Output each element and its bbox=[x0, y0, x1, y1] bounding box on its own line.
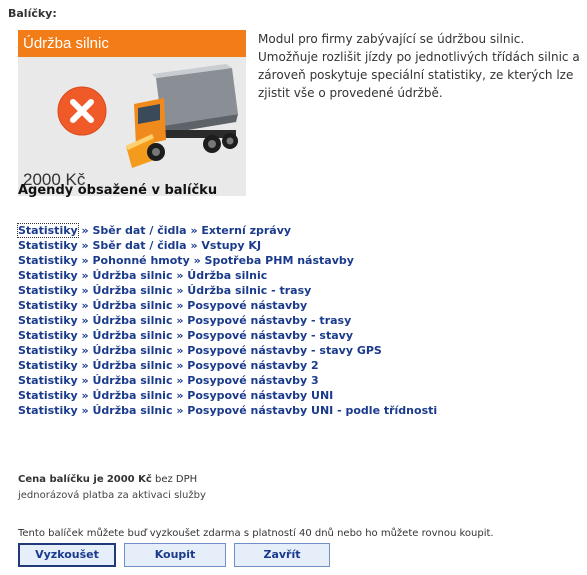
breadcrumb-separator: » bbox=[176, 314, 184, 327]
breadcrumb-separator: » bbox=[176, 344, 184, 357]
package-price-line: Cena balíčku je 2000 Kč bez DPH bbox=[18, 474, 197, 485]
agenda-link[interactable]: Spotřeba PHM nástavby bbox=[205, 254, 354, 267]
breadcrumb-separator: » bbox=[81, 389, 89, 402]
package-card[interactable]: Údržba silnic 2000 Kč bbox=[18, 30, 246, 196]
breadcrumb-link[interactable]: Statistiky bbox=[18, 374, 78, 387]
agenda-list: Statistiky » Sběr dat / čidla » Externí … bbox=[17, 223, 437, 418]
breadcrumb-link[interactable]: Údržba silnic bbox=[93, 344, 173, 357]
breadcrumb-separator: » bbox=[176, 359, 184, 372]
breadcrumb-separator: » bbox=[176, 404, 184, 417]
breadcrumb-link[interactable]: Statistiky bbox=[18, 239, 78, 252]
agenda-row: Statistiky » Údržba silnic » Údržba siln… bbox=[18, 283, 437, 298]
agenda-link[interactable]: Posypové nástavby 3 bbox=[187, 374, 318, 387]
breadcrumb-link[interactable]: Údržba silnic bbox=[93, 329, 173, 342]
price-suffix: bez DPH bbox=[155, 474, 198, 485]
agenda-link[interactable]: Údržba silnic - trasy bbox=[187, 284, 311, 297]
close-button[interactable]: Zavřít bbox=[234, 543, 330, 567]
breadcrumb-separator: » bbox=[176, 374, 184, 387]
price-value: 2000 Kč bbox=[106, 474, 152, 485]
agenda-link[interactable]: Externí zprávy bbox=[201, 224, 291, 237]
breadcrumb-link[interactable]: Údržba silnic bbox=[93, 404, 173, 417]
breadcrumb-separator: » bbox=[190, 239, 198, 252]
agenda-link[interactable]: Posypové nástavby bbox=[187, 299, 307, 312]
breadcrumb-link[interactable]: Statistiky bbox=[18, 329, 78, 342]
agenda-link[interactable]: Posypové nástavby UNI - podle třídnosti bbox=[187, 404, 437, 417]
breadcrumb-link[interactable]: Údržba silnic bbox=[93, 299, 173, 312]
breadcrumb-separator: » bbox=[81, 299, 89, 312]
agenda-row: Statistiky » Údržba silnic » Posypové ná… bbox=[18, 313, 437, 328]
breadcrumb-link[interactable]: Statistiky bbox=[18, 344, 78, 357]
breadcrumb-link[interactable]: Statistiky bbox=[18, 359, 78, 372]
agenda-link[interactable]: Údržba silnic bbox=[187, 269, 267, 282]
agenda-row: Statistiky » Údržba silnic » Posypové ná… bbox=[18, 403, 437, 418]
agenda-row: Statistiky » Sběr dat / čidla » Externí … bbox=[17, 223, 437, 238]
breadcrumb-separator: » bbox=[176, 284, 184, 297]
agenda-row: Statistiky » Údržba silnic » Posypové ná… bbox=[18, 343, 437, 358]
breadcrumb-separator: » bbox=[81, 329, 89, 342]
breadcrumb-link[interactable]: Údržba silnic bbox=[93, 374, 173, 387]
close-circle-icon bbox=[57, 86, 107, 136]
trial-text: Tento balíček můžete buď vyzkoušet zdarm… bbox=[18, 528, 494, 539]
breadcrumb-separator: » bbox=[190, 224, 198, 237]
try-button[interactable]: Vyzkoušet bbox=[18, 543, 116, 567]
breadcrumb-separator: » bbox=[176, 269, 184, 282]
package-title: Údržba silnic bbox=[18, 30, 246, 57]
buy-button[interactable]: Koupit bbox=[124, 543, 226, 567]
agenda-link[interactable]: Vstupy KJ bbox=[201, 239, 261, 252]
breadcrumb-separator: » bbox=[176, 389, 184, 402]
agenda-row: Statistiky » Údržba silnic » Posypové ná… bbox=[18, 298, 437, 313]
agenda-row: Statistiky » Údržba silnic » Údržba siln… bbox=[18, 268, 437, 283]
breadcrumb-separator: » bbox=[81, 344, 89, 357]
breadcrumb-separator: » bbox=[81, 239, 89, 252]
breadcrumb-separator: » bbox=[81, 284, 89, 297]
breadcrumb-link[interactable]: Statistiky bbox=[18, 404, 78, 417]
package-description: Modul pro firmy zabývající se údržbou si… bbox=[258, 32, 580, 100]
price-subline: jednorázová platba za aktivaci služby bbox=[18, 490, 206, 501]
agendas-heading: Agendy obsažené v balíčku bbox=[18, 183, 218, 198]
agenda-link[interactable]: Posypové nástavby - stavy bbox=[187, 329, 353, 342]
snowplow-truck-image bbox=[126, 64, 238, 168]
agenda-row: Statistiky » Údržba silnic » Posypové ná… bbox=[18, 373, 437, 388]
breadcrumb-link[interactable]: Pohonné hmoty bbox=[93, 254, 190, 267]
agenda-row: Statistiky » Údržba silnic » Posypové ná… bbox=[18, 358, 437, 373]
agenda-row: Statistiky » Pohonné hmoty » Spotřeba PH… bbox=[18, 253, 437, 268]
section-label: Balíčky: bbox=[8, 7, 57, 20]
breadcrumb-separator: » bbox=[176, 299, 184, 312]
breadcrumb-link[interactable]: Údržba silnic bbox=[93, 359, 173, 372]
price-prefix: Cena balíčku je bbox=[18, 474, 104, 485]
breadcrumb-separator: » bbox=[81, 224, 89, 237]
breadcrumb-link[interactable]: Údržba silnic bbox=[93, 389, 173, 402]
breadcrumb-link[interactable]: Sběr dat / čidla bbox=[93, 239, 187, 252]
agenda-link[interactable]: Posypové nástavby - stavy GPS bbox=[187, 344, 382, 357]
breadcrumb-link[interactable]: Statistiky bbox=[18, 269, 78, 282]
breadcrumb-link[interactable]: Statistiky bbox=[18, 254, 78, 267]
breadcrumb-separator: » bbox=[81, 254, 89, 267]
breadcrumb-link[interactable]: Sběr dat / čidla bbox=[93, 224, 187, 237]
agenda-link[interactable]: Posypové nástavby 2 bbox=[187, 359, 318, 372]
breadcrumb-link[interactable]: Údržba silnic bbox=[93, 269, 173, 282]
agenda-row: Statistiky » Údržba silnic » Posypové ná… bbox=[18, 388, 437, 403]
breadcrumb-link[interactable]: Statistiky bbox=[18, 314, 78, 327]
breadcrumb-separator: » bbox=[81, 374, 89, 387]
agenda-link[interactable]: Posypové nástavby - trasy bbox=[187, 314, 351, 327]
breadcrumb-link[interactable]: Statistiky bbox=[18, 299, 78, 312]
breadcrumb-link[interactable]: Údržba silnic bbox=[93, 314, 173, 327]
breadcrumb-separator: » bbox=[193, 254, 201, 267]
breadcrumb-link[interactable]: Údržba silnic bbox=[93, 284, 173, 297]
breadcrumb-link[interactable]: Statistiky bbox=[18, 284, 78, 297]
breadcrumb-separator: » bbox=[81, 359, 89, 372]
agenda-link[interactable]: Posypové nástavby UNI bbox=[187, 389, 333, 402]
breadcrumb-separator: » bbox=[81, 269, 89, 282]
agenda-row: Statistiky » Údržba silnic » Posypové ná… bbox=[18, 328, 437, 343]
agenda-row: Statistiky » Sběr dat / čidla » Vstupy K… bbox=[18, 238, 437, 253]
breadcrumb-separator: » bbox=[81, 314, 89, 327]
breadcrumb-link[interactable]: Statistiky bbox=[18, 389, 78, 402]
breadcrumb-separator: » bbox=[81, 404, 89, 417]
breadcrumb-link[interactable]: Statistiky bbox=[17, 223, 79, 238]
breadcrumb-separator: » bbox=[176, 329, 184, 342]
